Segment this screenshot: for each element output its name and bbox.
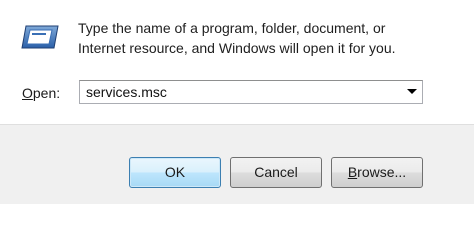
open-label-accelerator: O xyxy=(22,85,33,101)
browse-accelerator: B xyxy=(347,164,358,180)
dialog-body: Type the name of a program, folder, docu… xyxy=(0,0,474,124)
browse-button[interactable]: Browse... xyxy=(331,157,423,188)
browse-label: rowse... xyxy=(357,164,407,180)
open-input[interactable] xyxy=(80,81,400,103)
description-line-2: Internet resource, and Windows will open… xyxy=(78,40,396,56)
run-program-icon xyxy=(20,24,60,50)
open-combobox[interactable] xyxy=(79,80,423,104)
open-label-text: pen: xyxy=(32,85,61,101)
open-dropdown-button[interactable] xyxy=(402,81,422,103)
ok-button[interactable]: OK xyxy=(129,157,221,188)
open-label: Open: xyxy=(22,84,60,102)
button-bar: OK Cancel Browse... xyxy=(0,124,474,204)
chevron-down-icon xyxy=(407,89,417,94)
cancel-button[interactable]: Cancel xyxy=(230,157,322,188)
run-description: Type the name of a program, folder, docu… xyxy=(78,18,458,58)
description-line-1: Type the name of a program, folder, docu… xyxy=(78,20,386,36)
